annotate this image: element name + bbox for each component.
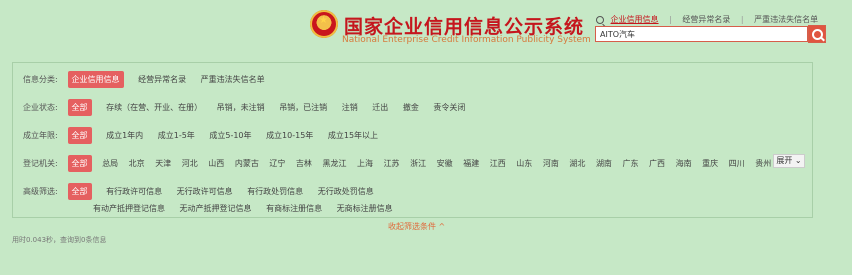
filter-option[interactable]: 吉林	[296, 158, 312, 169]
filter-option[interactable]: 迁出	[372, 102, 388, 113]
filter-option[interactable]: 北京	[129, 158, 145, 169]
filter-option[interactable]: 撤金	[403, 102, 419, 113]
filter-option[interactable]: 无行政许可信息	[177, 186, 233, 197]
filter-label: 信息分类:	[23, 75, 58, 84]
result-stats: 用时0.043秒，查询到0条信息	[12, 236, 107, 244]
chevron-down-icon: ⌄	[794, 156, 802, 165]
filter-option[interactable]: 河北	[182, 158, 198, 169]
filter-option[interactable]: 辽宁	[269, 158, 285, 169]
search-type-tabs: 企业信用信息 | 经营异常名录 | 严重违法失信名单	[596, 14, 826, 25]
filter-row-established: 成立年限: 全部 成立1年内 成立1-5年 成立5-10年 成立10-15年 成…	[23, 127, 390, 144]
filter-option[interactable]: 四川	[729, 158, 745, 169]
filter-option[interactable]: 江西	[490, 158, 506, 169]
filter-option[interactable]: 内蒙古	[235, 158, 259, 169]
filter-option[interactable]: 责令关闭	[433, 102, 465, 113]
filter-option[interactable]: 上海	[357, 158, 373, 169]
search-tab-blacklist[interactable]: 严重违法失信名单	[754, 15, 818, 24]
filter-option[interactable]: 福建	[463, 158, 479, 169]
filter-panel: 信息分类: 企业信用信息 经营异常名录 严重违法失信名单 企业状态: 全部 存续…	[12, 62, 813, 218]
filter-row-advanced: 高级筛选: 全部 有行政许可信息 无行政许可信息 有行政处罚信息 无行政处罚信息	[23, 183, 386, 200]
filter-option[interactable]: 江苏	[384, 158, 400, 169]
header: ★ 国家企业信用信息公示系统 National Enterprise Credi…	[0, 0, 852, 56]
filter-option[interactable]: 成立5-10年	[209, 130, 251, 141]
filter-option[interactable]: 黑龙江	[322, 158, 346, 169]
divider: |	[669, 15, 672, 24]
filter-label: 企业状态:	[23, 103, 58, 112]
filter-option[interactable]: 严重违法失信名单	[201, 74, 265, 85]
filter-option[interactable]: 全部	[67, 183, 92, 200]
filter-option[interactable]: 全部	[67, 99, 92, 116]
search-tab-abnormal[interactable]: 经营异常名录	[682, 15, 730, 24]
filter-row-authority: 登记机关: 全部 总局 北京 天津 河北 山西 内蒙古 辽宁 吉林 黑龙江 上海…	[23, 155, 779, 172]
filter-option[interactable]: 成立1年内	[106, 130, 143, 141]
filter-row-info-type: 信息分类: 企业信用信息 经营异常名录 严重违法失信名单	[23, 71, 277, 88]
filter-option[interactable]: 山西	[208, 158, 224, 169]
filter-option[interactable]: 浙江	[410, 158, 426, 169]
filter-option[interactable]: 有动产抵押登记信息	[93, 203, 165, 214]
filter-option[interactable]: 成立1-5年	[158, 130, 195, 141]
filter-option[interactable]: 安徽	[437, 158, 453, 169]
site-subtitle: National Enterprise Credit Information P…	[342, 35, 591, 45]
filter-option[interactable]: 无行政处罚信息	[318, 186, 374, 197]
search-icon	[596, 15, 604, 24]
filter-option[interactable]: 存续（在营、开业、在册）	[106, 102, 202, 113]
filter-option[interactable]: 广西	[649, 158, 665, 169]
filter-option[interactable]: 广东	[622, 158, 638, 169]
collapse-filters-link[interactable]: 收起筛选条件 ^	[388, 221, 445, 232]
filter-option[interactable]: 河南	[543, 158, 559, 169]
filter-row-status: 企业状态: 全部 存续（在营、开业、在册） 吊销，未注销 吊销，已注销 注销 迁…	[23, 99, 477, 116]
search-input[interactable]	[595, 26, 808, 42]
expand-label: 展开	[776, 156, 793, 165]
filter-option[interactable]: 吊销，未注销	[217, 102, 265, 113]
filter-option[interactable]: 吊销，已注销	[279, 102, 327, 113]
filter-option[interactable]: 贵州	[755, 158, 771, 169]
filter-option[interactable]: 无商标注册信息	[337, 203, 393, 214]
filter-option[interactable]: 山东	[516, 158, 532, 169]
filter-option[interactable]: 成立10-15年	[266, 130, 313, 141]
divider: |	[740, 15, 744, 24]
filter-option[interactable]: 总局	[102, 158, 118, 169]
filter-option[interactable]: 企业信用信息	[67, 71, 124, 88]
filter-option[interactable]: 湖南	[596, 158, 612, 169]
filter-option[interactable]: 有行政处罚信息	[247, 186, 303, 197]
filter-option[interactable]: 有行政许可信息	[106, 186, 162, 197]
filter-option[interactable]: 全部	[67, 127, 92, 144]
filter-option[interactable]: 经营异常名录	[138, 74, 186, 85]
filter-label: 高级筛选:	[23, 187, 58, 196]
filter-label: 登记机关:	[23, 159, 58, 168]
search-tab-credit[interactable]: 企业信用信息	[611, 15, 659, 24]
filter-option[interactable]: 天津	[155, 158, 171, 169]
filter-row-advanced-2: 有动产抵押登记信息 无动产抵押登记信息 有商标注册信息 无商标注册信息	[93, 203, 405, 214]
expand-button[interactable]: 展开 ⌄	[773, 154, 805, 168]
filter-option[interactable]: 海南	[676, 158, 692, 169]
filter-option[interactable]: 重庆	[702, 158, 718, 169]
national-emblem-logo: ★	[310, 10, 338, 38]
filter-option[interactable]: 注销	[342, 102, 358, 113]
filter-option[interactable]: 有商标注册信息	[266, 203, 322, 214]
search-button[interactable]	[808, 25, 826, 43]
filter-option[interactable]: 湖北	[569, 158, 585, 169]
filter-label: 成立年限:	[23, 131, 58, 140]
filter-option[interactable]: 成立15年以上	[328, 130, 378, 141]
filter-option[interactable]: 无动产抵押登记信息	[180, 203, 252, 214]
filter-option[interactable]: 全部	[67, 155, 92, 172]
